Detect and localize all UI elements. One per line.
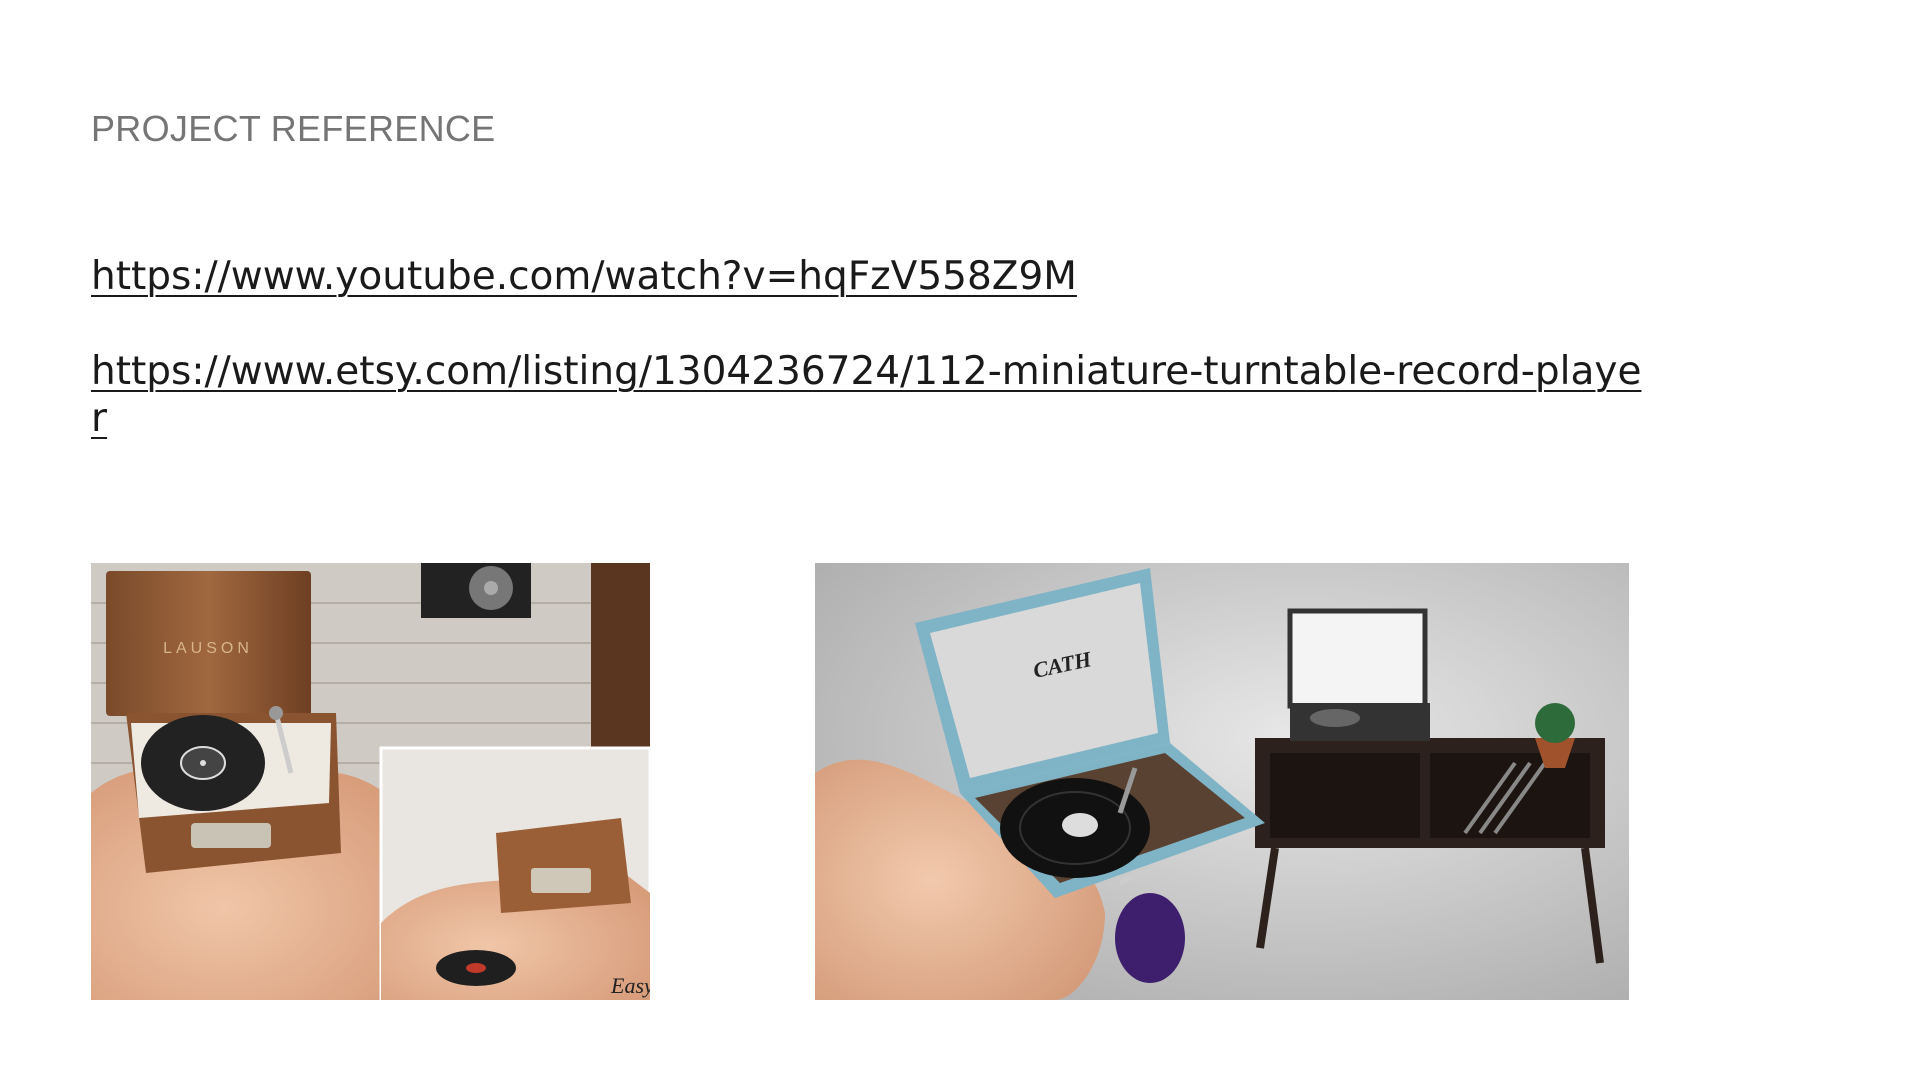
- slide-title: PROJECT REFERENCE: [91, 108, 496, 149]
- etsy-link[interactable]: https://www.etsy.com/listing/1304236724/…: [91, 348, 1651, 442]
- blue-turntable-photo: CATH: [815, 563, 1629, 1000]
- youtube-link[interactable]: https://www.youtube.com/watch?v=hqFzV558…: [91, 253, 1651, 300]
- watermark-text: Easy: [610, 973, 650, 998]
- lid-brand-text: LAUSON: [163, 640, 253, 657]
- wooden-turntable-photo: LAUSON Easy: [91, 563, 650, 1000]
